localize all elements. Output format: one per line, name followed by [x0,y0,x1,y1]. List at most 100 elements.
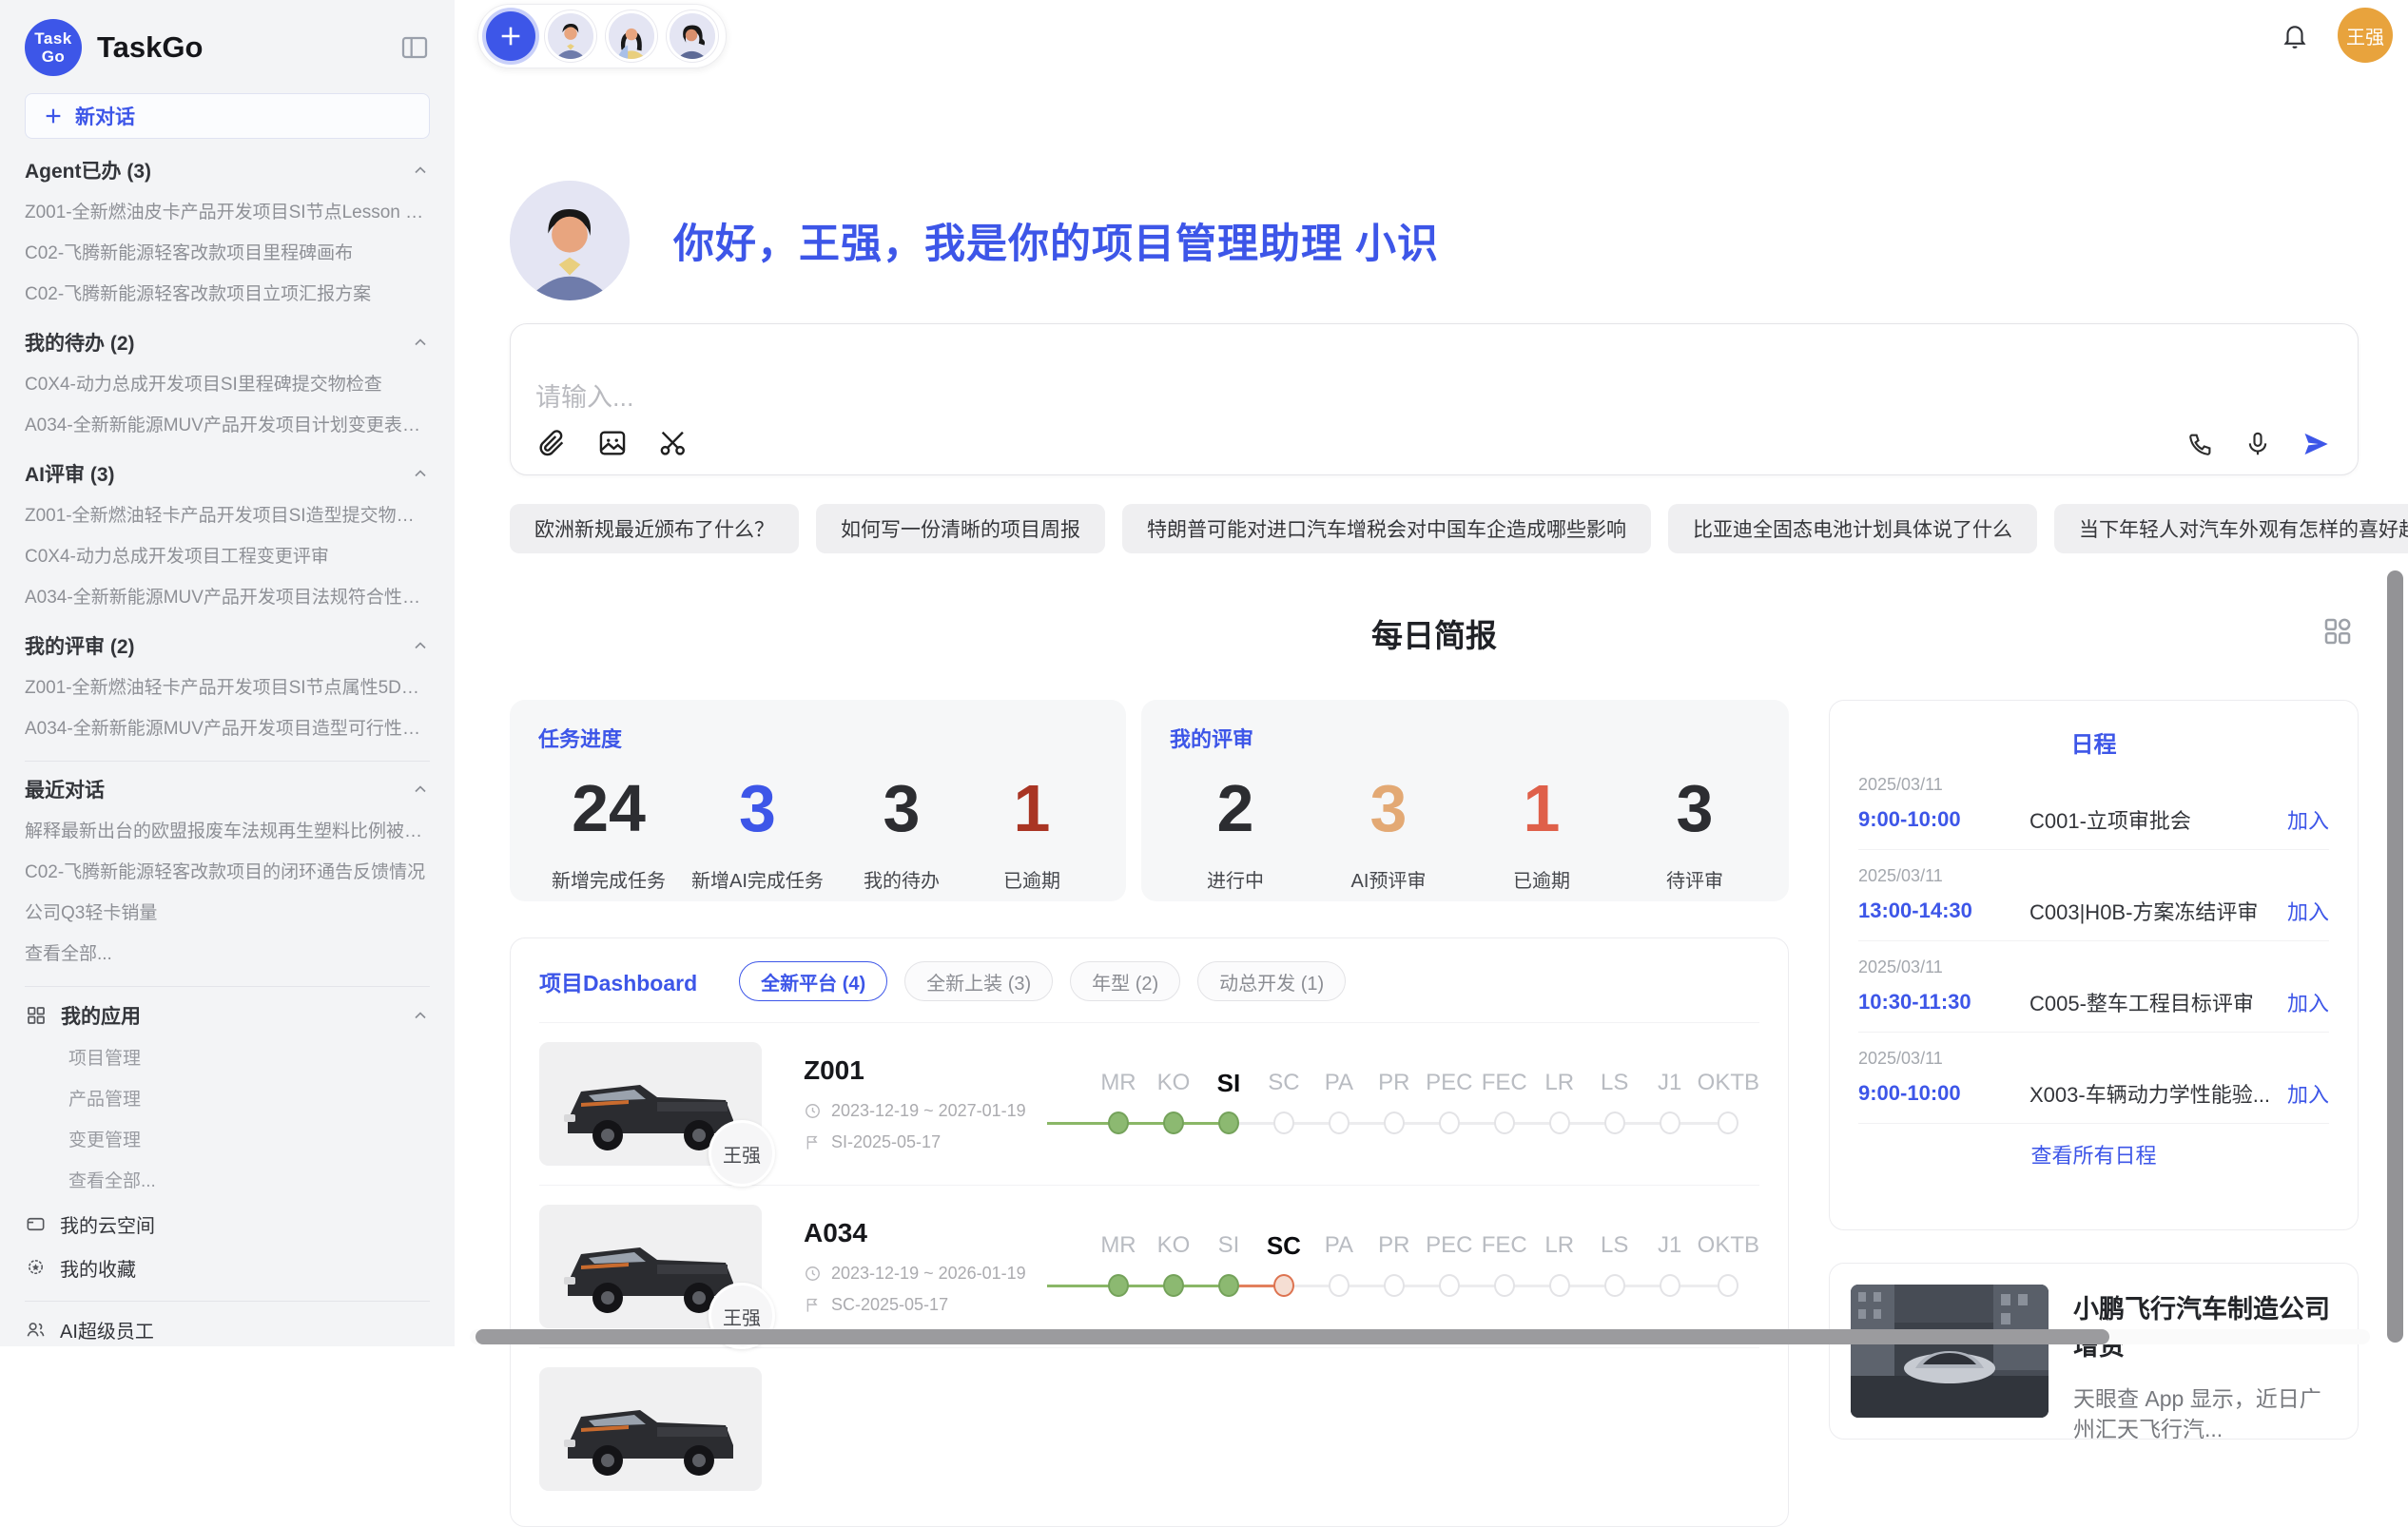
suggestion-chip-1[interactable]: 欧洲新规最近颁布了什么？ [510,504,799,553]
stat-item: 3待评审 [1642,774,1747,893]
milestone-label: LR [1532,1064,1587,1102]
chat-input[interactable] [535,383,1643,413]
my-apps-subitem[interactable]: 变更管理 [25,1120,430,1161]
dashboard-filter[interactable]: 全新平台 (4) [739,961,887,1001]
vertical-scrollbar-thumb[interactable] [2387,570,2403,1343]
truck-image [539,1367,762,1491]
schedule-row: 9:00-10:00C001-立项审批会加入 [1858,804,2329,835]
dashboard-filter[interactable]: 动总开发 (1) [1197,961,1346,1001]
milestone-dot-row [1311,1102,1367,1144]
schedule-time: 10:30-11:30 [1858,990,2029,1015]
milestone-dot [1718,1274,1738,1297]
suggestion-chip-5[interactable]: 当下年轻人对汽车外观有怎样的喜好趋势 [2054,504,2408,553]
sidebar-item[interactable]: C02-飞腾新能源轻客改款项目里程碑画布 [25,233,430,274]
recent-view-all[interactable]: 查看全部... [25,934,430,975]
flag-icon [804,1133,822,1151]
sidebar-item-favorites[interactable]: 我的收藏 [25,1246,430,1289]
recent-chat-item[interactable]: 解释最新出台的欧盟报废车法规再生塑料比例被调至15%... [25,811,430,852]
milestone-dot [1384,1274,1405,1297]
microphone-icon[interactable] [2243,430,2272,458]
schedule-join-link[interactable]: 加入 [2287,987,2329,1017]
stat-label: 已逾期 [1489,865,1594,893]
schedule-title: 日程 [1858,725,2329,759]
main-area: 王强 你好，王强，我是你的项目管理助理 小识 [455,0,2408,1346]
schedule-row: 10:30-11:30C005-整车工程目标评审加入 [1858,987,2329,1017]
sidebar-item[interactable]: Z001-全新燃油轻卡产品开发项目SI造型提交物评审 [25,495,430,536]
schedule-join-link[interactable]: 加入 [2287,1078,2329,1109]
dashboard-filter[interactable]: 全新上装 (3) [904,961,1053,1001]
clock-icon [804,1265,822,1283]
attach-image-icon[interactable] [596,427,629,459]
suggestion-chip-2[interactable]: 如何写一份清晰的项目周报 [816,504,1105,553]
new-chat-button[interactable]: 新对话 [25,93,430,139]
milestone-label: PEC [1422,1064,1477,1102]
project-row[interactable]: 王强A0342023-12-19 ~ 2026-01-19SC-2025-05-… [539,1185,1759,1347]
view-all-schedule-link[interactable]: 查看所有日程 [1858,1139,2329,1169]
app-logo-line2: Go [42,48,66,66]
my-apps-subitem[interactable]: 项目管理 [25,1038,430,1079]
news-card[interactable]: 小鹏飞行汽车制造公司增资 天眼查 App 显示，近日广州汇天飞行汽... [1829,1263,2359,1440]
sidebar-item-ai-staff[interactable]: AI超级员工 [25,1307,430,1346]
sidebar-item[interactable]: A034-全新新能源MUV产品开发项目法规符合性评审 [25,577,430,618]
schedule-item: 2025/03/119:00-10:00C001-立项审批会加入 [1858,759,2329,850]
sidebar-collapse-icon[interactable] [399,32,430,63]
stat-value: 3 [849,774,954,844]
sidebar-item[interactable]: C02-飞腾新能源轻客改款项目立项汇报方案 [25,274,430,315]
project-flag: SC-2025-05-17 [804,1295,1043,1315]
milestone-j1: J1 [1642,1227,1698,1306]
milestone-label: OKTB [1698,1227,1759,1265]
milestone-label: SC [1256,1227,1311,1265]
chevron-up-icon [411,161,430,180]
suggestion-chip-3[interactable]: 特朗普可能对进口汽车增税会对中国车企造成哪些影响 [1122,504,1651,553]
attach-file-icon[interactable] [535,427,568,459]
milestone-dot-row [1642,1265,1698,1306]
my-apps-header[interactable]: 我的应用 [25,993,430,1038]
stat-item: 1已逾期 [980,774,1084,893]
dashboard-header: 项目Dashboard 全新平台 (4)全新上装 (3)年型 (2)动总开发 (… [539,961,1759,1022]
sidebar-item[interactable]: A034-全新新能源MUV产品开发项目造型可行性评审 [25,708,430,749]
milestone-pr: PR [1367,1064,1422,1144]
sidebar-section-header-3[interactable]: 我的评审 (2) [25,624,430,667]
sidebar-section-header-0[interactable]: Agent已办 (3) [25,148,430,192]
project-photo: 王强 [539,1205,762,1328]
milestone-dot-row [1587,1102,1642,1144]
project-row-peek[interactable] [539,1347,1759,1510]
my-apps-subitem[interactable]: 查看全部... [25,1161,430,1202]
stat-item: 1已逾期 [1489,774,1594,893]
voice-call-icon[interactable] [2186,430,2215,458]
project-code: Z001 [804,1055,1043,1086]
sidebar-item-cloud-space[interactable]: 我的云空间 [25,1202,430,1246]
project-flag-label: SI-2025-05-17 [831,1132,941,1152]
horizontal-scrollbar-thumb[interactable] [476,1329,2109,1344]
send-icon[interactable] [2301,429,2331,459]
sidebar-item[interactable]: C0X4-动力总成开发项目工程变更评审 [25,536,430,577]
sidebar-item[interactable]: A034-全新新能源MUV产品开发项目计划变更表编写 [25,405,430,446]
sidebar-header: Task Go TaskGo [25,17,430,78]
stat-item: 3AI预评审 [1336,774,1441,893]
stat-item: 3我的待办 [849,774,954,893]
sidebar-section-header-2[interactable]: AI评审 (3) [25,452,430,495]
sidebar-item[interactable]: C0X4-动力总成开发项目SI里程碑提交物检查 [25,364,430,405]
project-row[interactable]: 王强Z0012023-12-19 ~ 2027-01-19SI-2025-05-… [539,1022,1759,1185]
sidebar-item[interactable]: Z001-全新燃油轻卡产品开发项目SI节点属性5D文件评审 [25,667,430,708]
recent-chat-item[interactable]: 公司Q3轻卡销量 [25,893,430,934]
schedule-join-link[interactable]: 加入 [2287,896,2329,926]
suggestion-chip-4[interactable]: 比亚迪全固态电池计划具体说了什么 [1668,504,2037,553]
chevron-up-icon [411,636,430,655]
cloud-space-icon [25,1213,47,1235]
recent-chat-item[interactable]: C02-飞腾新能源轻客改款项目的闭环通告反馈情况 [25,852,430,893]
schedule-name: X003-车辆动力学性能验... [2029,1078,2274,1109]
my-apps-subitem[interactable]: 产品管理 [25,1079,430,1120]
project-dates: 2023-12-19 ~ 2026-01-19 [804,1264,1043,1284]
sidebar-item[interactable]: Z001-全新燃油皮卡产品开发项目SI节点Lesson Learn报告 [25,192,430,233]
dashboard-filter[interactable]: 年型 (2) [1070,961,1180,1001]
app-logo-line1: Task [34,29,72,48]
recent-chats-header[interactable]: 最近对话 [25,767,430,811]
screenshot-scissors-icon[interactable] [657,427,689,459]
sidebar-section-header-1[interactable]: 我的待办 (2) [25,320,430,364]
briefing-layout-icon[interactable] [2321,614,2355,648]
milestone-dot-row [1311,1265,1367,1306]
milestone-fec: FEC [1477,1227,1532,1306]
milestone-pec: PEC [1422,1064,1477,1144]
schedule-join-link[interactable]: 加入 [2287,804,2329,835]
